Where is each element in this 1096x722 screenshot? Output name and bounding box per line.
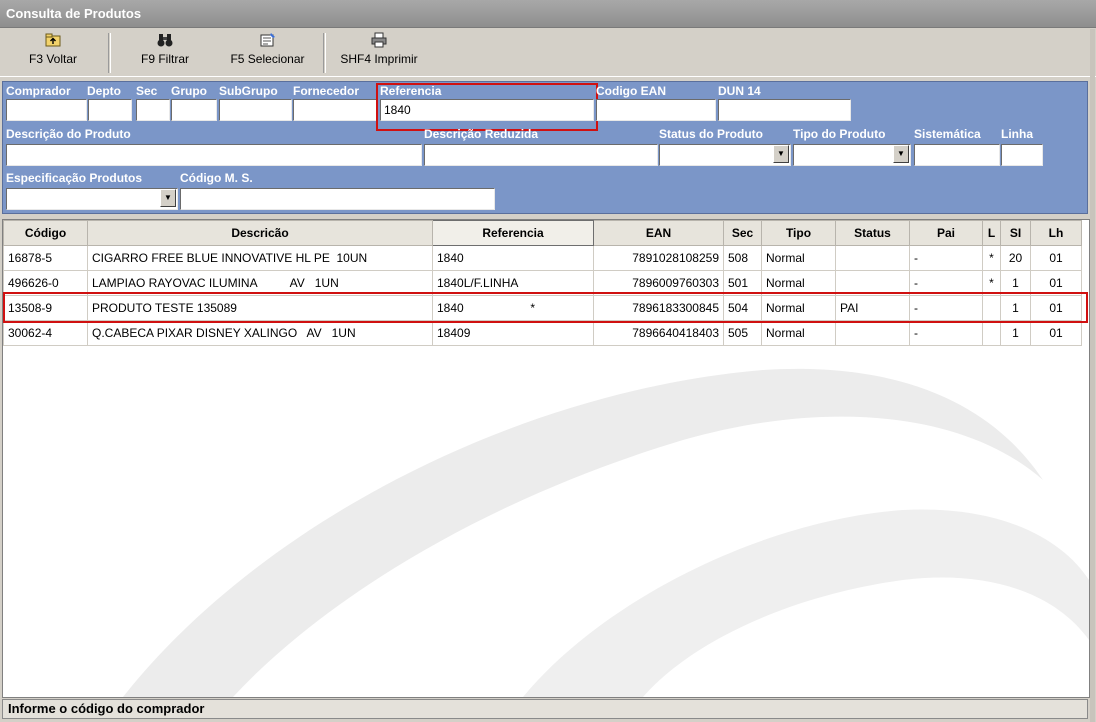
codigo-ms-label: Código M. S. bbox=[180, 171, 253, 185]
printer-icon bbox=[333, 32, 425, 52]
cell-descricao: Q.CABECA PIXAR DISNEY XALINGO AV 1UN bbox=[87, 320, 433, 346]
cell-sec: 505 bbox=[723, 320, 762, 346]
back-button[interactable]: F3 Voltar bbox=[8, 32, 98, 74]
select-button[interactable]: F5 Selecionar bbox=[220, 32, 315, 74]
sistematica-field[interactable] bbox=[914, 144, 1000, 166]
cell-sec: 508 bbox=[723, 245, 762, 271]
col-l[interactable]: L bbox=[982, 220, 1001, 246]
subgrupo-field[interactable] bbox=[219, 99, 292, 121]
dun14-field[interactable] bbox=[718, 99, 851, 121]
sec-field[interactable] bbox=[136, 99, 170, 121]
cell-lh: 01 bbox=[1030, 245, 1082, 271]
fornecedor-label: Fornecedor bbox=[293, 84, 360, 98]
row-highlight bbox=[3, 292, 1088, 323]
back-folder-icon bbox=[8, 32, 98, 52]
select-icon bbox=[220, 32, 315, 52]
codigo-ean-label: Codigo EAN bbox=[596, 84, 666, 98]
col-sec[interactable]: Sec bbox=[723, 220, 762, 246]
cell-tipo: Normal bbox=[761, 320, 836, 346]
subgrupo-label: SubGrupo bbox=[219, 84, 278, 98]
col-ean[interactable]: EAN bbox=[593, 220, 724, 246]
col-si[interactable]: SI bbox=[1000, 220, 1031, 246]
filter-panel: Comprador Depto Sec Grupo SubGrupo Forne… bbox=[2, 81, 1088, 214]
sec-label: Sec bbox=[136, 84, 158, 98]
status-produto-label: Status do Produto bbox=[659, 127, 763, 141]
descricao-reduzida-label: Descrição Reduzida bbox=[424, 127, 539, 141]
depto-field[interactable] bbox=[88, 99, 132, 121]
cell-status bbox=[835, 245, 910, 271]
grupo-label: Grupo bbox=[171, 84, 207, 98]
col-status[interactable]: Status bbox=[835, 220, 910, 246]
cell-referencia: 18409 bbox=[432, 320, 594, 346]
comprador-label: Comprador bbox=[6, 84, 71, 98]
codigo-ean-field[interactable] bbox=[596, 99, 716, 121]
window-edge bbox=[1090, 29, 1095, 722]
cell-l: * bbox=[982, 245, 1001, 271]
filter-button[interactable]: F9 Filtrar bbox=[120, 32, 210, 74]
chevron-down-icon[interactable]: ▼ bbox=[893, 145, 909, 163]
results-grid: Código Descricão Referencia EAN Sec Tipo… bbox=[2, 219, 1090, 698]
fornecedor-field[interactable] bbox=[293, 99, 378, 121]
cell-codigo: 30062-4 bbox=[3, 320, 88, 346]
cell-codigo: 16878-5 bbox=[3, 245, 88, 271]
cell-ean: 7896640418403 bbox=[593, 320, 724, 346]
cell-ean: 7891028108259 bbox=[593, 245, 724, 271]
window-title: Consulta de Produtos bbox=[0, 0, 1096, 28]
chevron-down-icon[interactable]: ▼ bbox=[160, 189, 176, 207]
descricao-produto-label: Descrição do Produto bbox=[6, 127, 131, 141]
sistematica-label: Sistemática bbox=[914, 127, 981, 141]
back-button-label: F3 Voltar bbox=[28, 52, 78, 66]
product-table: Código Descricão Referencia EAN Sec Tipo… bbox=[3, 220, 1082, 346]
cell-pai: - bbox=[909, 245, 983, 271]
especificacao-select[interactable] bbox=[6, 188, 178, 210]
col-referencia[interactable]: Referencia bbox=[432, 220, 594, 246]
referencia-highlight bbox=[376, 83, 598, 131]
cell-l bbox=[982, 320, 1001, 346]
table-row[interactable]: 30062-4 Q.CABECA PIXAR DISNEY XALINGO AV… bbox=[3, 320, 1082, 346]
comprador-field[interactable] bbox=[6, 99, 87, 121]
table-row[interactable]: 16878-5 CIGARRO FREE BLUE INNOVATIVE HL … bbox=[3, 245, 1082, 271]
toolbar-separator bbox=[323, 33, 326, 73]
linha-label: Linha bbox=[1001, 127, 1033, 141]
linha-field[interactable] bbox=[1001, 144, 1043, 166]
cell-referencia: 1840 bbox=[432, 245, 594, 271]
dun14-label: DUN 14 bbox=[718, 84, 761, 98]
cell-lh: 01 bbox=[1030, 320, 1082, 346]
chevron-down-icon[interactable]: ▼ bbox=[773, 145, 789, 163]
col-codigo[interactable]: Código bbox=[3, 220, 88, 246]
descricao-reduzida-field[interactable] bbox=[424, 144, 658, 166]
codigo-ms-field[interactable] bbox=[180, 188, 495, 210]
depto-label: Depto bbox=[87, 84, 121, 98]
col-descricao[interactable]: Descricão bbox=[87, 220, 433, 246]
col-tipo[interactable]: Tipo bbox=[761, 220, 836, 246]
print-button-label: SHF4 Imprimir bbox=[340, 52, 418, 66]
toolbar: F3 Voltar F9 Filtrar F5 Selecionar SHF4 … bbox=[0, 29, 1096, 77]
table-header-row: Código Descricão Referencia EAN Sec Tipo… bbox=[3, 220, 1082, 246]
cell-descricao: CIGARRO FREE BLUE INNOVATIVE HL PE 10UN bbox=[87, 245, 433, 271]
col-lh[interactable]: Lh bbox=[1030, 220, 1082, 246]
descricao-produto-field[interactable] bbox=[6, 144, 422, 166]
grupo-field[interactable] bbox=[171, 99, 217, 121]
especificacao-label: Especificação Produtos bbox=[6, 171, 143, 185]
filter-button-label: F9 Filtrar bbox=[141, 52, 189, 66]
cell-si: 1 bbox=[1000, 320, 1031, 346]
tipo-produto-label: Tipo do Produto bbox=[793, 127, 886, 141]
binoculars-icon bbox=[120, 32, 210, 52]
cell-tipo: Normal bbox=[761, 245, 836, 271]
print-button[interactable]: SHF4 Imprimir bbox=[333, 32, 425, 74]
cell-pai: - bbox=[909, 320, 983, 346]
status-bar: Informe o código do comprador bbox=[2, 699, 1088, 719]
status-produto-select[interactable] bbox=[659, 144, 791, 166]
toolbar-separator bbox=[108, 33, 111, 73]
cell-si: 20 bbox=[1000, 245, 1031, 271]
col-pai[interactable]: Pai bbox=[909, 220, 983, 246]
select-button-label: F5 Selecionar bbox=[230, 52, 305, 66]
cell-status bbox=[835, 320, 910, 346]
